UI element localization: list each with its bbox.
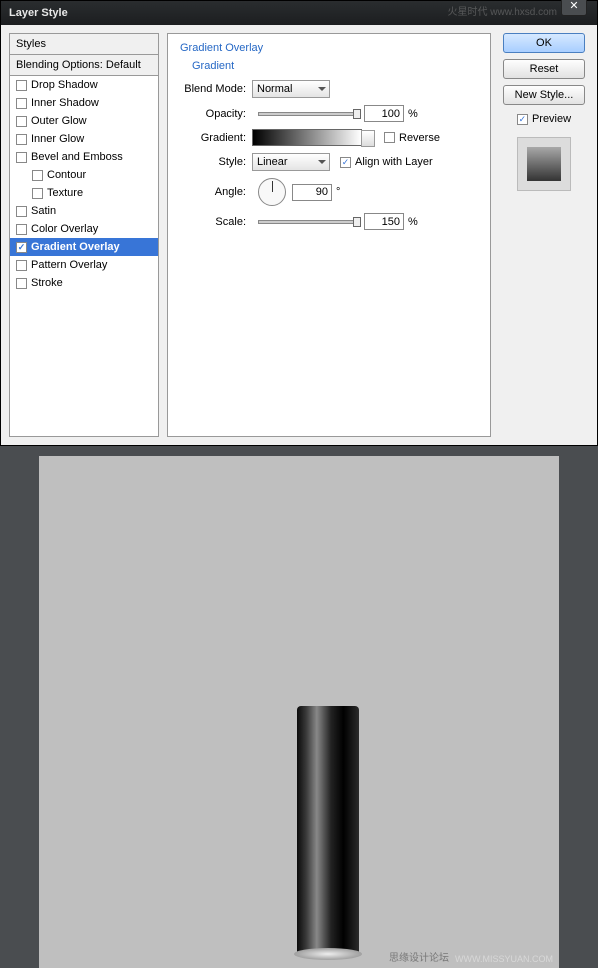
align-label: Align with Layer: [355, 156, 433, 168]
style-label: Gradient Overlay: [31, 241, 120, 253]
row-angle: Angle: °: [180, 178, 478, 206]
style-label: Satin: [31, 205, 56, 217]
style-label: Contour: [47, 169, 86, 181]
scale-unit: %: [408, 216, 418, 228]
style-label: Texture: [47, 187, 83, 199]
ok-button[interactable]: OK: [503, 33, 585, 53]
checkbox-icon[interactable]: [16, 152, 27, 163]
style-label: Drop Shadow: [31, 79, 98, 91]
style-color-overlay[interactable]: Color Overlay: [10, 220, 158, 238]
blending-options-header[interactable]: Blending Options: Default: [10, 55, 158, 76]
reverse-label: Reverse: [399, 132, 440, 144]
angle-label: Angle:: [180, 186, 252, 198]
angle-unit: °: [336, 186, 340, 198]
blend-mode-value: Normal: [257, 83, 292, 95]
canvas-watermark-url: WWW.MISSYUAN.COM: [455, 954, 553, 964]
style-stroke[interactable]: Stroke: [10, 274, 158, 292]
style-label: Bevel and Emboss: [31, 151, 123, 163]
checkbox-icon[interactable]: [32, 170, 43, 181]
checkbox-icon[interactable]: [16, 98, 27, 109]
layer-style-dialog: Layer Style 火星时代 www.hxsd.com ✕ Styles B…: [0, 0, 598, 446]
style-select[interactable]: Linear: [252, 153, 330, 171]
canvas-area: 思缘设计论坛 WWW.MISSYUAN.COM: [0, 446, 598, 968]
opacity-input[interactable]: [364, 105, 404, 122]
style-contour[interactable]: Contour: [10, 166, 158, 184]
checkbox-icon[interactable]: [32, 188, 43, 199]
right-panel: OK Reset New Style... Preview: [499, 33, 589, 437]
align-checkbox[interactable]: [340, 157, 351, 168]
angle-hand-icon: [272, 181, 273, 192]
opacity-slider[interactable]: [258, 112, 358, 116]
row-gradient: Gradient: Reverse: [180, 129, 478, 146]
gradient-swatch[interactable]: [252, 129, 362, 146]
style-label: Inner Shadow: [31, 97, 99, 109]
slider-thumb[interactable]: [353, 217, 361, 227]
styles-panel: Styles Blending Options: Default Drop Sh…: [9, 33, 159, 437]
style-value: Linear: [257, 156, 288, 168]
canvas-watermark-cn: 思缘设计论坛: [389, 949, 449, 964]
style-gradient-overlay[interactable]: Gradient Overlay: [10, 238, 158, 256]
angle-dial[interactable]: [258, 178, 286, 206]
row-opacity: Opacity: %: [180, 105, 478, 122]
checkbox-icon[interactable]: [16, 206, 27, 217]
preview-toggle[interactable]: Preview: [517, 113, 571, 125]
titlebar: Layer Style 火星时代 www.hxsd.com ✕: [1, 1, 597, 25]
style-satin[interactable]: Satin: [10, 202, 158, 220]
close-icon: ✕: [569, 0, 578, 12]
scale-label: Scale:: [180, 216, 252, 228]
scale-slider[interactable]: [258, 220, 358, 224]
style-label: Inner Glow: [31, 133, 84, 145]
blend-mode-select[interactable]: Normal: [252, 80, 330, 98]
checkbox-icon[interactable]: [16, 80, 27, 91]
preview-swatch: [517, 137, 571, 191]
style-label: Color Overlay: [31, 223, 98, 235]
style-texture[interactable]: Texture: [10, 184, 158, 202]
gradient-label: Gradient:: [180, 132, 252, 144]
preview-gradient-icon: [527, 147, 561, 181]
checkbox-icon[interactable]: [16, 242, 27, 253]
row-scale: Scale: %: [180, 213, 478, 230]
dialog-body: Styles Blending Options: Default Drop Sh…: [1, 25, 597, 445]
checkbox-icon[interactable]: [16, 116, 27, 127]
styles-list: Drop Shadow Inner Shadow Outer Glow Inne…: [10, 76, 158, 436]
new-style-button[interactable]: New Style...: [503, 85, 585, 105]
style-inner-glow[interactable]: Inner Glow: [10, 130, 158, 148]
reset-button[interactable]: Reset: [503, 59, 585, 79]
preview-label: Preview: [532, 113, 571, 125]
scale-input[interactable]: [364, 213, 404, 230]
checkbox-icon[interactable]: [16, 260, 27, 271]
checkbox-icon[interactable]: [16, 224, 27, 235]
style-label: Style:: [180, 156, 252, 168]
checkbox-icon[interactable]: [16, 134, 27, 145]
preview-checkbox[interactable]: [517, 114, 528, 125]
subsection-title: Gradient: [192, 60, 478, 72]
style-bevel-emboss[interactable]: Bevel and Emboss: [10, 148, 158, 166]
opacity-unit: %: [408, 108, 418, 120]
style-drop-shadow[interactable]: Drop Shadow: [10, 76, 158, 94]
angle-input[interactable]: [292, 184, 332, 201]
blend-mode-label: Blend Mode:: [180, 83, 252, 95]
style-label: Outer Glow: [31, 115, 87, 127]
slider-thumb[interactable]: [353, 109, 361, 119]
cylinder-shape: [297, 706, 359, 952]
close-button[interactable]: ✕: [561, 0, 587, 16]
watermark-top: 火星时代 www.hxsd.com: [448, 3, 557, 18]
style-label: Pattern Overlay: [31, 259, 107, 271]
style-label: Stroke: [31, 277, 63, 289]
section-title: Gradient Overlay: [180, 42, 478, 54]
row-blend-mode: Blend Mode: Normal: [180, 80, 478, 98]
style-inner-shadow[interactable]: Inner Shadow: [10, 94, 158, 112]
chevron-down-icon[interactable]: [367, 135, 375, 143]
row-style: Style: Linear Align with Layer: [180, 153, 478, 171]
style-outer-glow[interactable]: Outer Glow: [10, 112, 158, 130]
options-panel: Gradient Overlay Gradient Blend Mode: No…: [167, 33, 491, 437]
style-pattern-overlay[interactable]: Pattern Overlay: [10, 256, 158, 274]
styles-header[interactable]: Styles: [10, 34, 158, 55]
opacity-label: Opacity:: [180, 108, 252, 120]
document-canvas[interactable]: 思缘设计论坛 WWW.MISSYUAN.COM: [39, 456, 559, 968]
reverse-checkbox[interactable]: [384, 132, 395, 143]
checkbox-icon[interactable]: [16, 278, 27, 289]
window-title: Layer Style: [9, 7, 68, 19]
